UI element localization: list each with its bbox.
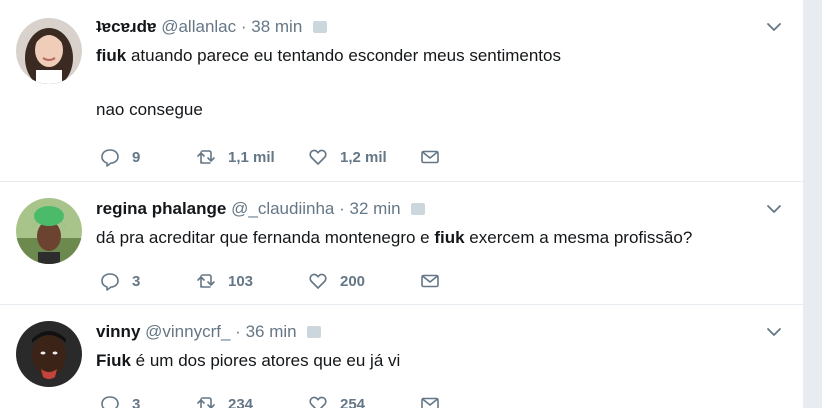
- retweet-button[interactable]: 234: [196, 394, 308, 408]
- tweet-header: ʇɐcɐɹdɐ @allanlac · 38 min: [96, 16, 763, 38]
- text-line2: nao consegue: [96, 100, 203, 119]
- reply-count: 3: [132, 395, 141, 408]
- tweet[interactable]: vinny @vinnycrf_ · 36 min Fiuk é um dos …: [0, 305, 803, 408]
- message-button[interactable]: [420, 147, 440, 167]
- chevron-down-icon[interactable]: [765, 323, 783, 341]
- retweet-count: 103: [228, 272, 254, 290]
- message-button[interactable]: [420, 271, 440, 291]
- text-bold: Fiuk: [96, 351, 131, 370]
- text-bold: fiuk: [96, 46, 127, 65]
- like-count: 200: [340, 272, 366, 290]
- text-rest: atuando parece eu tentando esconder meus…: [126, 46, 561, 65]
- retweet-button[interactable]: 103: [196, 271, 308, 291]
- like-count: 254: [340, 395, 366, 408]
- display-name[interactable]: ʇɐcɐɹdɐ: [96, 17, 156, 36]
- display-name[interactable]: regina phalange: [96, 199, 226, 218]
- avatar[interactable]: [16, 198, 82, 264]
- chevron-down-icon[interactable]: [765, 18, 783, 36]
- avatar[interactable]: [16, 18, 82, 84]
- like-button[interactable]: 254: [308, 394, 420, 408]
- tweet-header: regina phalange @_claudiinha · 32 min: [96, 198, 763, 220]
- reply-button[interactable]: 9: [100, 147, 196, 167]
- text-bold: fiuk: [434, 228, 465, 247]
- user-handle[interactable]: @_claudiinha: [231, 199, 334, 218]
- retweet-icon: [197, 397, 215, 408]
- separator: ·: [339, 199, 345, 218]
- verified-placeholder-icon: [313, 21, 328, 33]
- text-pre: dá pra acreditar que fernanda montenegro…: [96, 228, 435, 247]
- tweet[interactable]: regina phalange @_claudiinha · 32 min dá…: [0, 182, 803, 305]
- verified-placeholder-icon: [411, 203, 426, 215]
- reply-icon: [101, 273, 119, 291]
- message-icon: [421, 397, 439, 408]
- reply-button[interactable]: 3: [100, 271, 196, 291]
- reply-count: 9: [132, 148, 141, 166]
- like-button[interactable]: 200: [308, 271, 420, 291]
- retweet-count: 1,1 mil: [228, 148, 275, 166]
- display-name[interactable]: vinny: [96, 322, 140, 341]
- reply-icon: [101, 396, 119, 408]
- retweet-icon: [197, 150, 215, 164]
- like-count: 1,2 mil: [340, 148, 387, 166]
- tweet[interactable]: ʇɐcɐɹdɐ @allanlac · 38 min fiuk atuando …: [0, 0, 803, 182]
- like-icon: [309, 273, 327, 289]
- avatar[interactable]: [16, 321, 82, 387]
- timeline: ʇɐcɐɹdɐ @allanlac · 38 min fiuk atuando …: [0, 0, 803, 408]
- chevron-down-icon[interactable]: [765, 200, 783, 218]
- user-handle[interactable]: @vinnycrf_: [145, 322, 230, 341]
- message-icon: [421, 150, 439, 164]
- text-post: exercem a mesma profissão?: [464, 228, 693, 247]
- retweet-button[interactable]: 1,1 mil: [196, 147, 308, 167]
- like-button[interactable]: 1,2 mil: [308, 147, 420, 167]
- tweet-text: Fiuk é um dos piores atores que eu já vi: [96, 349, 773, 373]
- tweet-actions: 3 234 254: [100, 393, 440, 408]
- tweet-text: fiuk atuando parece eu tentando esconder…: [96, 44, 773, 122]
- tweet-text: dá pra acreditar que fernanda montenegro…: [96, 226, 773, 250]
- reply-icon: [101, 149, 119, 167]
- user-handle[interactable]: @allanlac: [161, 17, 236, 36]
- retweet-count: 234: [228, 395, 254, 408]
- text-rest: é um dos piores atores que eu já vi: [130, 351, 401, 370]
- reply-button[interactable]: 3: [100, 394, 196, 408]
- like-icon: [309, 396, 327, 408]
- message-icon: [421, 274, 439, 288]
- separator: ·: [240, 17, 247, 36]
- tweet-actions: 3 103 200: [100, 270, 440, 292]
- verified-placeholder-icon: [307, 326, 322, 338]
- separator: ·: [235, 322, 241, 341]
- tweet-actions: 9 1,1 mil 1,2 mil: [100, 146, 440, 168]
- reply-count: 3: [132, 272, 141, 290]
- like-icon: [309, 149, 327, 165]
- retweet-icon: [197, 274, 215, 288]
- timestamp[interactable]: 36 min: [246, 322, 297, 341]
- timestamp[interactable]: 38 min: [251, 17, 302, 36]
- tweet-header: vinny @vinnycrf_ · 36 min: [96, 321, 763, 343]
- message-button[interactable]: [420, 394, 440, 408]
- timestamp[interactable]: 32 min: [350, 199, 401, 218]
